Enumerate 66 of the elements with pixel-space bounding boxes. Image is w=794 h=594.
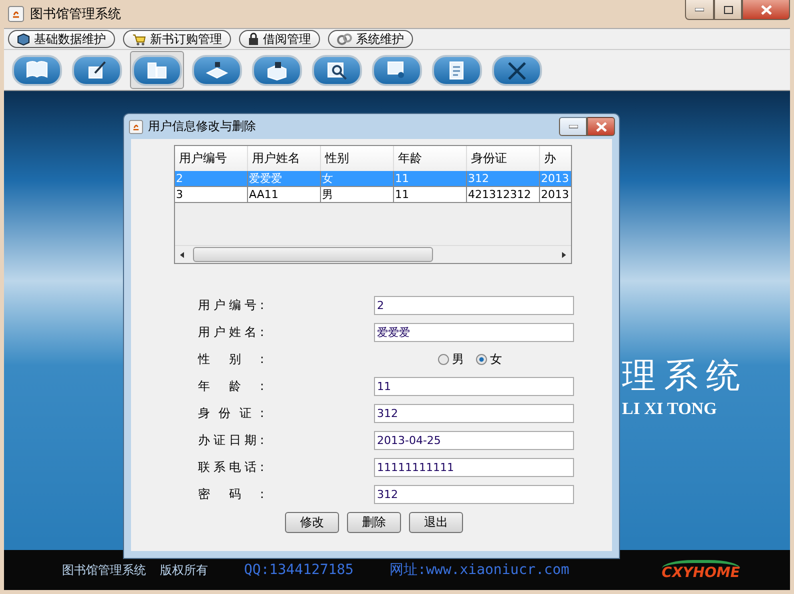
- dialog-title: 用户信息修改与删除: [148, 118, 256, 135]
- table-cell[interactable]: 男: [321, 187, 394, 203]
- radio-option[interactable]: 男: [438, 350, 464, 368]
- maximize-button[interactable]: [714, 0, 742, 20]
- input-field[interactable]: 2013-04-25: [374, 430, 574, 450]
- field-label: 性别:: [198, 350, 264, 368]
- maximize-icon: [724, 6, 732, 14]
- column-header[interactable]: 年龄: [394, 146, 467, 171]
- table-cell[interactable]: AA11: [248, 187, 321, 203]
- radio-option[interactable]: 女: [476, 350, 502, 368]
- stack-icon: [205, 59, 229, 81]
- close-button[interactable]: [587, 117, 615, 136]
- menu-item[interactable]: 基础数据维护: [8, 30, 115, 48]
- menu-item[interactable]: 系统维护: [328, 30, 413, 48]
- field-label: 办证日期:: [198, 432, 264, 448]
- cross-icon: [505, 59, 529, 81]
- close-button[interactable]: [742, 0, 790, 20]
- footer-qq: QQ:1344127185: [244, 562, 354, 578]
- app-icon: [129, 120, 143, 134]
- boxes-icon: [265, 59, 289, 81]
- table-cell[interactable]: 2013: [540, 187, 571, 203]
- column-header[interactable]: 用户编号: [175, 146, 248, 171]
- cart-icon: [132, 32, 146, 46]
- close-icon: [760, 4, 772, 14]
- radio-icon[interactable]: [438, 354, 449, 364]
- menu-item[interactable]: 借阅管理: [239, 30, 320, 48]
- logo: CXYHOME: [662, 560, 740, 580]
- field-label: 用户姓名:: [198, 324, 264, 340]
- lock-icon: [248, 32, 259, 46]
- cube-icon: [17, 32, 30, 46]
- field-label: 用户编号:: [198, 296, 264, 314]
- banner-subtitle: LI XI TONG: [622, 399, 717, 419]
- dialog-button[interactable]: 修改: [285, 512, 339, 533]
- field-label: 联系电话:: [198, 458, 264, 476]
- footer-website: 网址:www.xiaoniucr.com: [390, 561, 570, 579]
- field-label: 年龄:: [198, 378, 264, 394]
- footer-text: 版权所有: [160, 562, 208, 578]
- field-label: 密码:: [198, 486, 264, 502]
- table-cell[interactable]: 11: [394, 187, 467, 203]
- input-field[interactable]: 爱爱爱: [374, 322, 574, 342]
- column-header[interactable]: 性别: [321, 146, 394, 171]
- column-header[interactable]: 办: [540, 146, 571, 171]
- minimize-icon: [695, 8, 704, 12]
- minimize-icon: [568, 124, 578, 128]
- close-icon: [596, 122, 606, 132]
- footer-text: 图书馆管理系统: [62, 562, 146, 578]
- dialog-button[interactable]: 退出: [409, 512, 463, 533]
- input-field[interactable]: 11111111111: [374, 458, 574, 476]
- window-title: 图书馆管理系统: [30, 6, 121, 23]
- input-field[interactable]: 11: [374, 376, 574, 396]
- column-header[interactable]: 用户姓名: [248, 146, 321, 171]
- column-header[interactable]: 身份证: [467, 146, 540, 171]
- field-label: 身份证:: [198, 404, 264, 422]
- app-icon: [8, 6, 24, 22]
- banner-title: 理系统: [622, 355, 748, 398]
- minimize-button[interactable]: [685, 0, 714, 20]
- radio-icon[interactable]: [476, 354, 487, 364]
- input-field[interactable]: 2: [374, 296, 574, 314]
- scrollbar-thumb[interactable]: [193, 247, 433, 262]
- minimize-button[interactable]: [559, 117, 587, 136]
- dialog-button[interactable]: 删除: [347, 512, 401, 533]
- menu-item[interactable]: 新书订购管理: [123, 30, 231, 48]
- table-cell[interactable]: 421312312: [467, 187, 540, 203]
- input-field[interactable]: 312: [374, 484, 574, 504]
- table-cell[interactable]: 3: [175, 187, 248, 203]
- input-field[interactable]: 312: [374, 404, 574, 422]
